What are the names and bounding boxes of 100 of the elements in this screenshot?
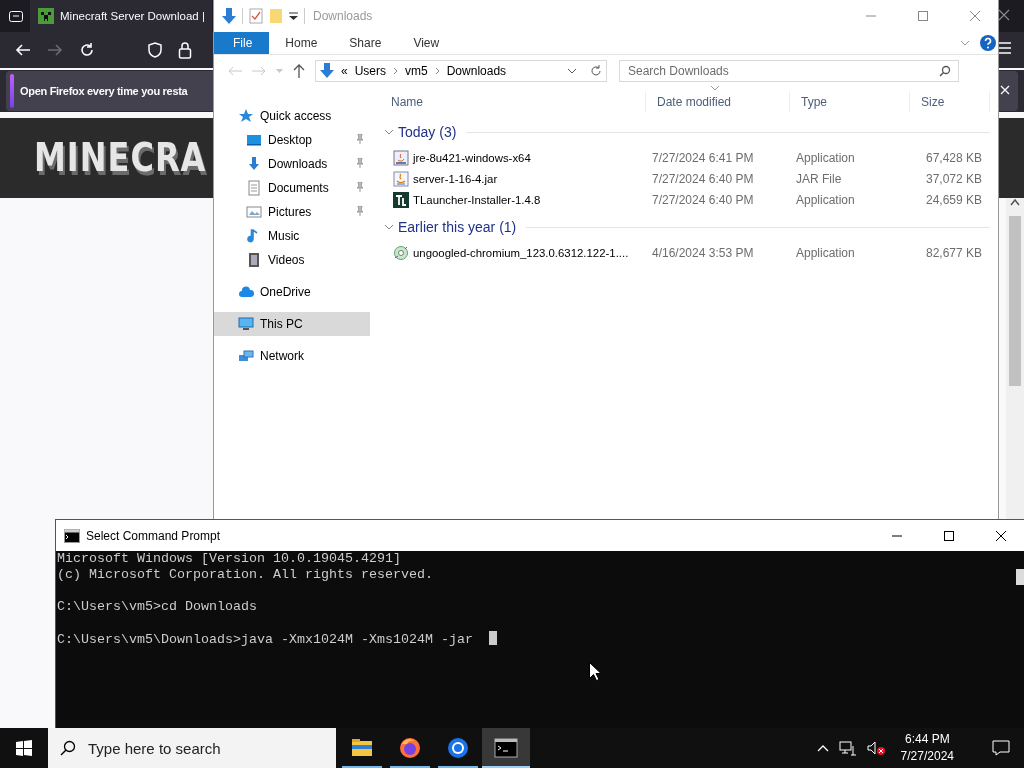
notification-icon[interactable] <box>992 740 1010 756</box>
date-cell-text: 7/27/2024 6:40 PM <box>651 192 755 207</box>
console-line: Microsoft Windows [Version 10.0.19045.4291] <box>57 551 401 566</box>
column-header[interactable]: Size <box>910 91 990 112</box>
taskbar-button[interactable] <box>482 728 530 768</box>
size-cell-text: 37,072 KB <box>924 171 983 186</box>
file-name[interactable]: TLauncher-Installer-1.4.8 <box>413 193 541 206</box>
console-line: (c) Microsoft Corporation. All rights reserved. <box>57 567 433 582</box>
accent-stripe <box>10 74 14 108</box>
nav-item[interactable]: Network <box>214 344 370 368</box>
fox-globe-icon[interactable] <box>398 736 422 760</box>
type-cell-text: Application <box>795 245 856 260</box>
search-icon[interactable] <box>939 65 951 77</box>
network-icon <box>238 348 254 364</box>
clock[interactable]: 6:44 PM 7/27/2024 <box>900 731 954 765</box>
notification-text: Open Firefox every time you resta <box>20 85 188 97</box>
file-name[interactable]: server-1-16-4.jar <box>413 172 498 185</box>
logo-text: MINECRA <box>34 135 207 181</box>
window-title: Downloads <box>313 9 373 23</box>
size-cell-text: 82,677 KB <box>924 245 983 260</box>
group-header[interactable]: Earlier this year (1) <box>398 219 517 235</box>
size-cell-text: 24,659 KB <box>924 192 983 207</box>
nav-item[interactable]: OneDrive <box>214 280 370 304</box>
ribbon-tab[interactable]: View <box>397 32 456 54</box>
reload-icon[interactable] <box>78 41 96 59</box>
type-cell-text: Application <box>795 150 856 165</box>
chevron-down-icon[interactable] <box>384 222 394 232</box>
terminal-icon <box>64 528 80 543</box>
jar-file-icon <box>393 170 409 187</box>
close-icon[interactable] <box>998 9 1010 21</box>
nav-item[interactable]: Music <box>214 224 370 248</box>
breadcrumb-overflow[interactable]: « <box>341 64 348 78</box>
launcher-icon <box>393 191 409 208</box>
date-cell-text: 4/16/2024 3:53 PM <box>651 245 755 260</box>
chevron-up-icon[interactable] <box>816 744 829 752</box>
up-arrow-icon[interactable] <box>293 64 305 78</box>
date-cell-text: 7/27/2024 6:40 PM <box>651 171 755 186</box>
breadcrumb[interactable]: Downloads <box>446 64 507 78</box>
scrollbar-thumb[interactable] <box>1009 216 1021 386</box>
tabs-list-icon[interactable] <box>8 8 24 24</box>
scrollbar-thumb[interactable] <box>1016 569 1024 585</box>
dropdown-icon[interactable] <box>289 11 298 21</box>
creeper-icon <box>38 8 54 24</box>
type-cell-text: Application <box>795 192 856 207</box>
type-cell-text: JAR File <box>795 171 843 186</box>
browser-circle-icon[interactable] <box>446 736 470 760</box>
properties-icon[interactable] <box>249 8 263 24</box>
windows-logo-icon[interactable] <box>16 740 32 756</box>
column-header[interactable]: Name <box>380 91 646 112</box>
muted-speaker-icon[interactable] <box>866 740 885 756</box>
document-icon <box>246 180 262 196</box>
ribbon-tab[interactable]: Home <box>269 32 334 54</box>
search-icon <box>60 740 76 756</box>
picture-icon <box>246 204 262 220</box>
ribbon-tab[interactable]: Share <box>333 32 398 54</box>
nav-item[interactable]: Documents <box>214 176 370 200</box>
menu-icon[interactable] <box>998 42 1012 54</box>
installer-icon <box>393 149 409 166</box>
desktop-icon <box>246 132 262 148</box>
address-bar[interactable]: « Users vm5 Downloads <box>315 60 607 82</box>
refresh-icon[interactable] <box>590 65 602 77</box>
search-field[interactable]: Type here to search <box>48 728 336 768</box>
sort-icon <box>711 86 719 90</box>
shield-icon[interactable] <box>146 41 164 59</box>
console-line: C:\Users\vm5\Downloads>java -Xmx1024M -Xms1024M -jar <box>57 632 473 647</box>
scrollbar[interactable] <box>1006 198 1024 520</box>
download-icon <box>222 7 236 25</box>
close-icon[interactable] <box>996 530 1006 541</box>
window-title: Select Command Prompt <box>86 528 221 543</box>
size-cell-text: 67,428 KB <box>924 150 983 165</box>
console-line: C:\Users\vm5>cd Downloads <box>57 599 257 614</box>
chevron-down-icon[interactable] <box>384 127 394 137</box>
browser-tab[interactable]: Minecraft Server Download | <box>30 0 212 32</box>
nav-item[interactable]: Videos <box>214 248 370 272</box>
terminal-icon[interactable] <box>494 736 518 760</box>
search-field[interactable]: Search Downloads <box>619 60 959 82</box>
ribbon-tab[interactable]: File <box>214 32 270 54</box>
network-icon[interactable] <box>838 740 857 756</box>
file-name[interactable]: jre-8u421-windows-x64 <box>413 151 531 164</box>
breadcrumb[interactable]: vm5 <box>405 64 428 78</box>
column-header[interactable]: Date modified <box>646 91 790 112</box>
breadcrumb[interactable]: Users <box>354 64 387 78</box>
chevron-down-icon[interactable] <box>567 68 577 74</box>
date-cell-text: 7/27/2024 6:41 PM <box>651 150 755 165</box>
maximize-icon[interactable] <box>944 530 954 541</box>
nav-item[interactable]: Desktop <box>214 128 370 152</box>
group-header[interactable]: Today (3) <box>398 124 457 140</box>
help-icon[interactable] <box>980 35 996 51</box>
cloud-icon <box>238 284 254 300</box>
column-header[interactable]: Type <box>790 91 910 112</box>
breadcrumb-chevron-icon <box>434 67 440 75</box>
nav-item[interactable]: Pictures <box>214 200 370 224</box>
download-icon <box>246 156 262 172</box>
film-icon <box>246 252 262 268</box>
nav-item[interactable]: This PC <box>214 312 370 336</box>
star-icon <box>238 108 254 124</box>
file-name[interactable]: ungoogled-chromium_123.0.6312.122-1.... <box>413 246 629 259</box>
nav-item[interactable]: Downloads <box>214 152 370 176</box>
scroll-up-icon[interactable] <box>1010 198 1020 206</box>
nav-item[interactable]: Quick access <box>214 104 370 128</box>
